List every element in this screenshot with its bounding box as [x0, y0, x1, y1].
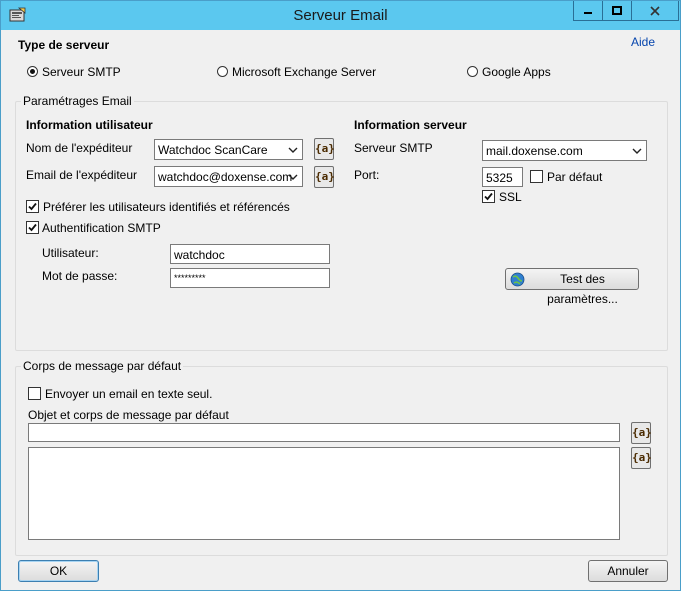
port-value: 5325	[486, 171, 513, 185]
variable-icon: {a}	[315, 142, 335, 155]
port-field[interactable]: 5325	[482, 167, 523, 187]
checkmark-icon	[28, 202, 37, 211]
sender-name-combo[interactable]: Watchdoc ScanCare	[154, 139, 303, 160]
checkmark-icon	[484, 192, 493, 201]
subject-variable-button[interactable]: {a}	[631, 422, 652, 444]
maximize-button[interactable]	[602, 1, 632, 21]
sender-email-label: Email de l'expéditeur	[26, 168, 138, 182]
sender-name-variable-button[interactable]: {a}	[314, 138, 335, 160]
sender-name-label: Nom de l'expéditeur	[26, 141, 133, 155]
variable-icon: {a}	[315, 170, 335, 183]
help-link[interactable]: Aide	[631, 35, 655, 49]
radio-smtp-label: Serveur SMTP	[42, 65, 121, 79]
radio-exchange[interactable]	[217, 66, 228, 77]
password-label: Mot de passe:	[42, 269, 118, 283]
test-settings-button[interactable]: Test des paramètres...	[505, 268, 639, 306]
user-info-heading: Information utilisateur	[26, 118, 153, 132]
radio-exchange-label: Microsoft Exchange Server	[232, 65, 377, 79]
minimize-button[interactable]	[573, 1, 603, 21]
dialog-body: Type de serveur Aide Serveur SMTP Micros…	[8, 30, 674, 584]
chevron-down-icon	[288, 147, 298, 153]
smtp-server-label: Serveur SMTP	[354, 141, 433, 155]
email-server-dialog: Serveur Email Type de serveur Aide Serve…	[0, 0, 681, 591]
close-button[interactable]	[631, 1, 679, 21]
password-field[interactable]: *********	[170, 268, 330, 288]
variable-icon: {a}	[632, 426, 652, 439]
prefer-identified-checkbox[interactable]	[26, 200, 39, 213]
sender-email-combo[interactable]: watchdoc@doxense.com	[154, 166, 303, 187]
checkmark-icon	[28, 223, 37, 232]
radio-smtp[interactable]	[27, 66, 38, 77]
smtp-auth-checkbox[interactable]	[26, 221, 39, 234]
maximize-icon	[603, 1, 631, 20]
radio-google[interactable]	[467, 66, 478, 77]
plain-text-label: Envoyer un email en texte seul.	[45, 387, 213, 401]
radio-google-label: Google Apps	[482, 65, 551, 79]
test-settings-label: Test des paramètres...	[547, 272, 618, 306]
ssl-label: SSL	[499, 190, 522, 204]
smtp-server-combo[interactable]: mail.doxense.com	[482, 140, 647, 161]
title-bar[interactable]: Serveur Email	[1, 1, 680, 30]
variable-icon: {a}	[632, 451, 652, 464]
sender-email-value: watchdoc@doxense.com	[158, 170, 293, 184]
email-settings-group-label: Paramétrages Email	[21, 94, 134, 108]
body-textarea[interactable]	[28, 447, 620, 540]
subject-body-label: Objet et corps de message par défaut	[28, 408, 229, 422]
username-value: watchdoc	[174, 248, 225, 262]
close-icon	[632, 1, 678, 20]
globe-icon	[510, 272, 525, 287]
smtp-server-value: mail.doxense.com	[486, 144, 583, 158]
chevron-down-icon	[632, 148, 642, 154]
password-value: *********	[174, 273, 206, 283]
ssl-checkbox[interactable]	[482, 190, 495, 203]
username-label: Utilisateur:	[42, 246, 99, 260]
default-port-label: Par défaut	[547, 170, 603, 184]
server-info-heading: Information serveur	[354, 118, 467, 132]
username-field[interactable]: watchdoc	[170, 244, 330, 264]
port-label: Port:	[354, 168, 380, 182]
default-port-checkbox[interactable]	[530, 170, 543, 183]
sender-email-variable-button[interactable]: {a}	[314, 166, 335, 188]
subject-field[interactable]	[28, 423, 620, 442]
body-variable-button[interactable]: {a}	[631, 447, 652, 469]
server-type-heading: Type de serveur	[18, 38, 110, 52]
chevron-down-icon	[288, 174, 298, 180]
prefer-identified-label: Préférer les utilisateurs identifiés et …	[43, 200, 290, 214]
sender-name-value: Watchdoc ScanCare	[158, 143, 268, 157]
smtp-auth-label: Authentification SMTP	[42, 221, 161, 235]
cancel-button[interactable]: Annuler	[588, 560, 668, 582]
ok-button[interactable]: OK	[18, 560, 99, 582]
default-message-group-label: Corps de message par défaut	[21, 359, 184, 373]
minimize-icon	[574, 1, 602, 20]
plain-text-checkbox[interactable]	[28, 387, 41, 400]
